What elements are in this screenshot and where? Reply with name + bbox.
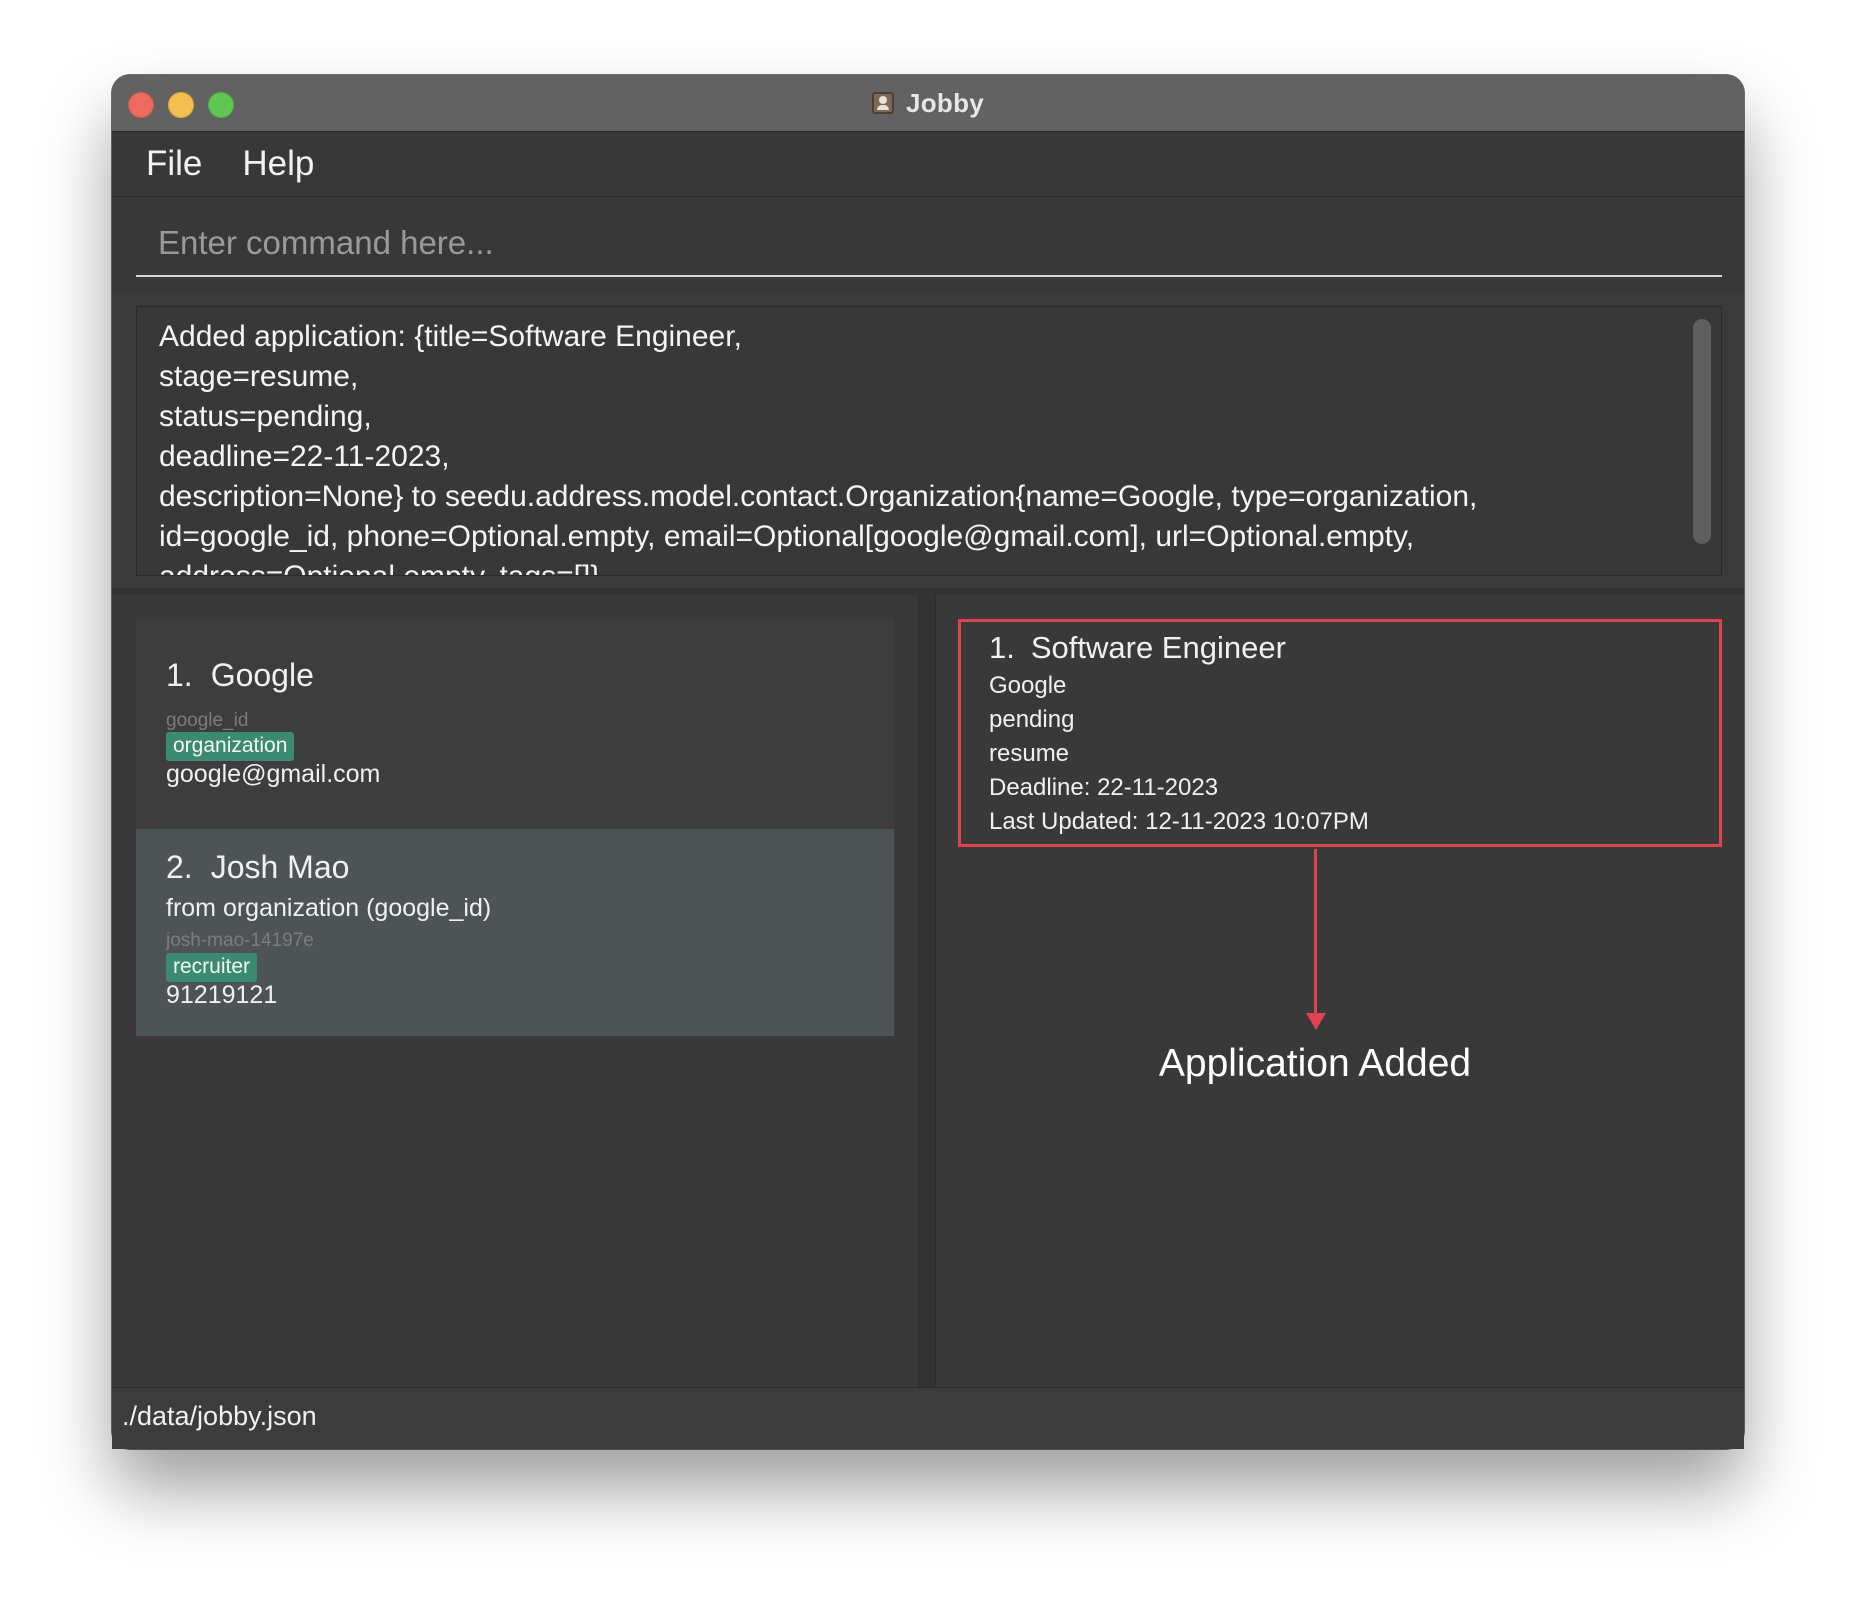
application-index: 1. — [989, 630, 1015, 665]
contact-title: 1. Google — [166, 657, 314, 694]
window-title: Jobby — [905, 87, 985, 118]
contact-index: 2. — [166, 849, 193, 885]
title-bar[interactable]: Jobby — [112, 75, 1744, 132]
application-last-updated: Last Updated: 12-11-2023 10:07PM — [989, 808, 1369, 835]
contact-card-google[interactable]: 1. Google google_id organization google@g… — [136, 619, 894, 829]
menu-help[interactable]: Help — [242, 144, 314, 184]
application-title: 1. Software Engineer — [989, 630, 1286, 666]
tag-recruiter: recruiter — [166, 953, 258, 982]
result-text: Added application: {title=Software Engin… — [159, 320, 1478, 575]
contact-name: Google — [210, 657, 314, 693]
result-scrollbar[interactable] — [1693, 319, 1711, 544]
application-card[interactable]: 1. Software Engineer Google pending resum… — [958, 619, 1722, 847]
menu-file[interactable]: File — [146, 144, 202, 184]
contact-index: 1. — [166, 657, 193, 693]
contact-list-panel[interactable]: 1. Google google_id organization google@g… — [112, 595, 918, 1387]
contact-title: 2. Josh Mao — [166, 849, 349, 886]
contact-id: google_id — [166, 710, 249, 731]
application-company: Google — [989, 672, 1067, 699]
annotation-arrow-line — [1314, 849, 1317, 1015]
menu-bar: File Help — [112, 132, 1744, 197]
annotation-arrow-head-icon — [1306, 1013, 1326, 1030]
contact-organization: from organization (google_id) — [166, 894, 492, 922]
contact-name: Josh Mao — [210, 849, 350, 885]
contact-card-josh-mao[interactable]: 2. Josh Mao from organization (google_id)… — [136, 829, 894, 1036]
application-deadline: Deadline: 22-11-2023 — [989, 774, 1219, 801]
pane-splitter[interactable] — [918, 595, 936, 1387]
data-file-path: ./data/jobby.json — [122, 1401, 317, 1431]
command-input[interactable] — [136, 211, 1722, 277]
screenshot-stage: Jobby File Help Added application: {titl… — [0, 0, 1856, 1598]
command-box — [112, 197, 1744, 293]
annotation-label: Application Added — [1158, 1042, 1472, 1085]
window-title-group: Jobby — [112, 75, 1744, 131]
application-title-text: Software Engineer — [1030, 630, 1286, 665]
application-status: pending — [989, 706, 1075, 733]
tag-organization: organization — [166, 732, 295, 761]
contact-id: josh-mao-14197e — [166, 930, 314, 951]
contact-card-icon — [871, 92, 894, 114]
contact-phone: 91219121 — [166, 981, 278, 1009]
status-bar: ./data/jobby.json — [112, 1387, 1744, 1449]
application-stage: resume — [989, 740, 1070, 767]
contact-email: google@gmail.com — [166, 760, 381, 788]
result-display[interactable]: Added application: {title=Software Engin… — [136, 306, 1722, 576]
